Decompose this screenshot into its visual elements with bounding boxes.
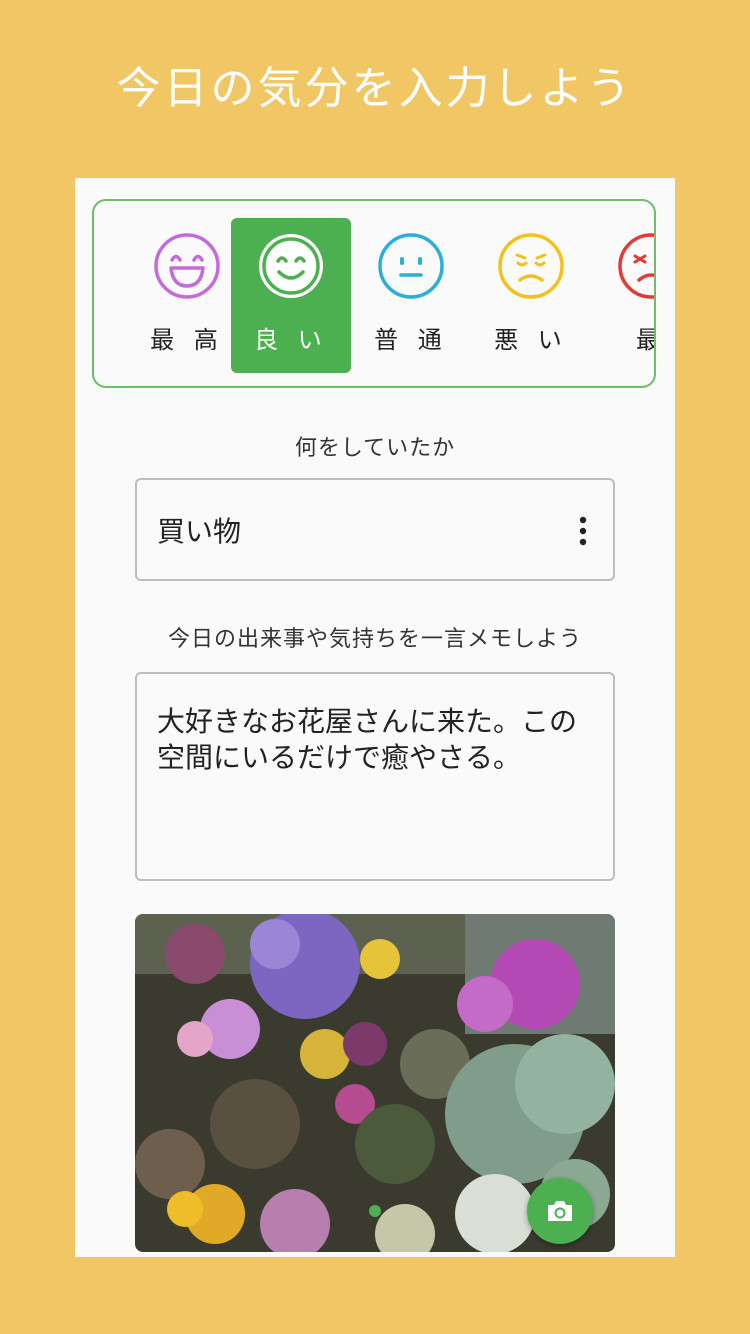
laughing-face-icon — [154, 233, 220, 299]
mood-label-good: 良 い — [254, 326, 328, 354]
mood-label-best: 最 高 — [150, 326, 224, 354]
memo-textarea[interactable]: 大好きなお花屋さんに来た。この空間にいるだけで癒やさる。 — [135, 672, 615, 881]
mood-option-normal[interactable]: 普 通 — [351, 218, 471, 373]
more-vertical-icon[interactable] — [579, 516, 587, 546]
activity-value: 買い物 — [157, 515, 242, 548]
mood-option-good[interactable]: 良 い — [231, 218, 351, 373]
neutral-face-icon — [378, 233, 444, 299]
activity-select[interactable]: 買い物 — [135, 478, 615, 581]
mood-label-worst: 最 — [591, 320, 654, 355]
angry-face-icon — [618, 233, 654, 299]
mood-label-normal: 普 通 — [374, 326, 448, 354]
smiling-face-icon — [259, 234, 323, 298]
mood-selector: 最 高 良 い 普 通 悪 い — [92, 199, 656, 388]
camera-icon — [548, 1201, 572, 1221]
sad-face-icon — [498, 233, 564, 299]
activity-label: 何をしていたか — [294, 436, 456, 461]
mood-option-bad[interactable]: 悪 い — [471, 218, 591, 373]
headline: 今日の気分を入力しよう — [116, 63, 634, 114]
mood-label-bad: 悪 い — [494, 326, 568, 354]
memo-text: 大好きなお花屋さんに来た。この空間にいるだけで癒やさる。 — [157, 705, 578, 774]
memo-label: 今日の出来事や気持ちを一言メモしよう — [167, 627, 582, 652]
mood-option-worst[interactable]: 最 — [591, 218, 654, 373]
camera-button[interactable] — [527, 1178, 593, 1244]
mood-entry-card: 最 高 良 い 普 通 悪 い 何をしていたか 買い物 今日の出来事や気持ちを一… — [75, 178, 675, 1257]
mood-option-best[interactable]: 最 高 — [127, 218, 247, 373]
